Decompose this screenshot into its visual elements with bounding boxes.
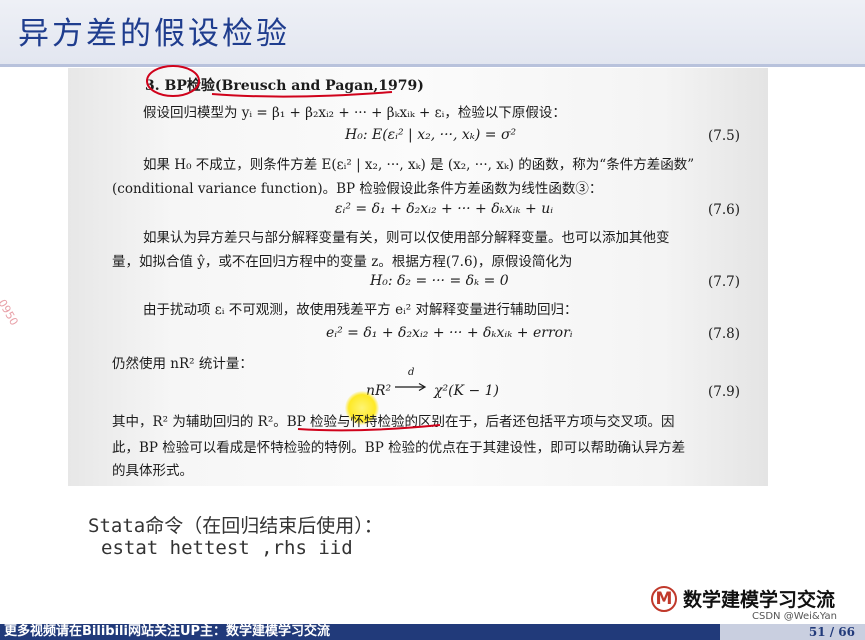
text-line-9: 此，BP 检验可以看成是怀特检验的特例。BP 检验的优点在于其建设性，即可以帮助… bbox=[112, 440, 686, 456]
equation-7-9-rhs: χ²(K − 1) bbox=[434, 383, 500, 399]
heading-reference: (Breusch and Pagan,1979) bbox=[214, 78, 424, 94]
text-line-5: 量，如拟合值 ŷ，或不在回归方程中的变量 z。根据方程(7.6)，原假设简化为 bbox=[112, 254, 573, 270]
text-line-10: 的具体形式。 bbox=[112, 463, 193, 479]
text-line-7: 仍然使用 nR² 统计量： bbox=[112, 356, 253, 372]
csdn-watermark: CSDN @Wei&Yan bbox=[752, 611, 837, 622]
equation-number-7-9: (7.9) bbox=[708, 384, 741, 400]
text-line-8: 其中，R² 为辅助回归的 R²。BP 检验与怀特检验的区别在于，后者还包括平方项… bbox=[112, 410, 675, 430]
header-divider bbox=[0, 64, 865, 67]
text-line-8-part-1: 其中，R² 为辅助回归的 R²。 bbox=[112, 414, 287, 430]
logo-text: 数学建模学习交流 bbox=[683, 589, 836, 611]
equation-7-5: H₀: E(εᵢ² | x₂, ···, xₖ) = σ² bbox=[345, 127, 517, 143]
heading-cn: 检验 bbox=[186, 78, 215, 94]
heading-bp: BP bbox=[164, 78, 187, 94]
text-line-4: 如果认为异方差只与部分解释变量有关，则可以仅使用部分解释变量。也可以添加其他变 bbox=[143, 230, 670, 246]
equation-number-7-7: (7.7) bbox=[708, 274, 741, 290]
page-number: 51 / 66 bbox=[808, 625, 855, 639]
text-line-1: 假设回归模型为 yᵢ = β₁ + β₂xᵢ₂ + ··· + βₖxᵢₖ + … bbox=[143, 105, 566, 121]
footer-page-area: 51 / 66 bbox=[720, 624, 865, 640]
text-line-2: 如果 H₀ 不成立，则条件方差 E(εᵢ² | x₂, ···, xₖ) 是 (… bbox=[143, 157, 695, 173]
slide-header: 异方差的假设检验 bbox=[0, 0, 865, 66]
brand-logo: M 数学建模学习交流 bbox=[651, 585, 835, 612]
underlined-bp-white: BP 检验与怀特检验 bbox=[286, 414, 405, 430]
stata-title: Stata命令（在回归结束后使用）： bbox=[88, 515, 383, 537]
footer-text: 更多视频请在Bilibili网站关注UP主：数学建模学习交流 bbox=[4, 624, 331, 639]
text-line-6: 由于扰动项 εᵢ 不可观测，故使用残差平方 eᵢ² 对解释变量进行辅助回归： bbox=[143, 302, 578, 318]
section-heading: 3. BP检验(Breusch and Pagan,1979) bbox=[145, 75, 424, 95]
equation-number-7-5: (7.5) bbox=[708, 128, 741, 144]
m-badge-icon: M bbox=[651, 585, 677, 612]
text-line-3: (conditional variance function)。BP 检验假设此… bbox=[112, 181, 603, 197]
stata-command: estat hettest ,rhs iid bbox=[101, 537, 353, 559]
equation-number-7-8: (7.8) bbox=[708, 326, 741, 342]
heading-number: 3. bbox=[145, 78, 160, 94]
equation-7-9-arrow-label: d bbox=[408, 367, 415, 378]
side-watermark: 0950 bbox=[0, 297, 21, 328]
equation-7-8: eᵢ² = δ₁ + δ₂xᵢ₂ + ··· + δₖxᵢₖ + errorᵢ bbox=[326, 325, 573, 341]
equation-7-6: εᵢ² = δ₁ + δ₂xᵢ₂ + ··· + δₖxᵢₖ + uᵢ bbox=[335, 201, 554, 217]
text-line-8-part-3: 的区别在于，后者还包括平方项与交叉项。因 bbox=[404, 414, 675, 430]
equation-7-7: H₀: δ₂ = ··· = δₖ = 0 bbox=[370, 273, 509, 289]
slide-title: 异方差的假设检验 bbox=[18, 16, 290, 52]
equation-number-7-6: (7.6) bbox=[708, 202, 741, 218]
